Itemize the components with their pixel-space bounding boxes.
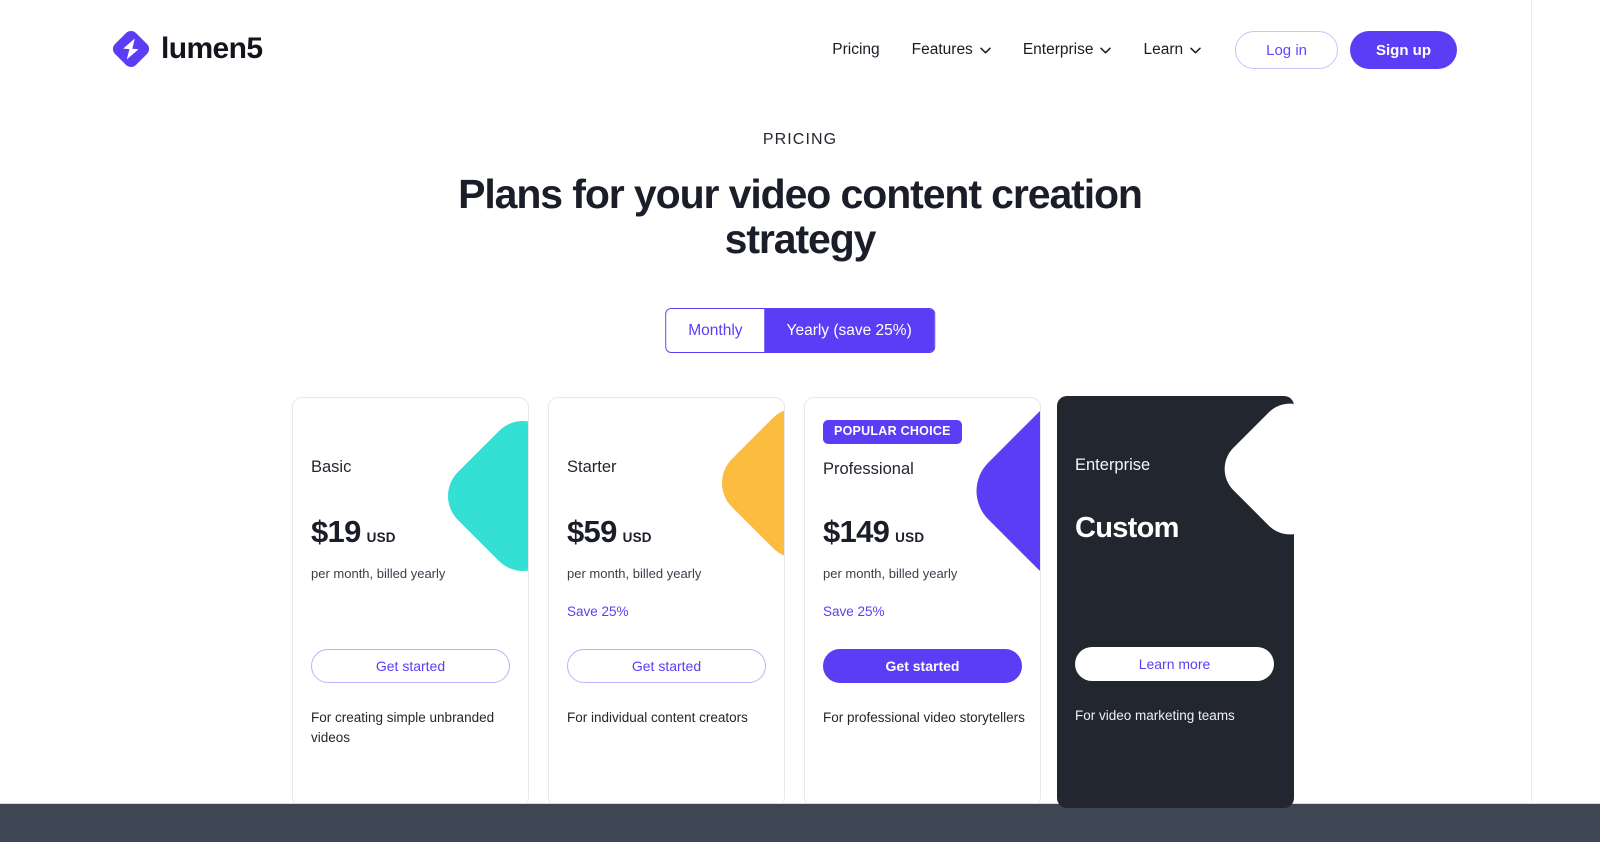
nav-label: Enterprise: [1022, 41, 1094, 58]
plan-savings: Save 25%: [567, 604, 629, 619]
plan-name: Basic: [311, 458, 352, 476]
plan-period: per month, billed yearly: [567, 566, 702, 581]
plan-blurb: For creating simple unbranded videos: [311, 710, 495, 745]
billing-period-toggle: Monthly Yearly (save 25%): [665, 308, 935, 353]
nav-label: Learn: [1143, 41, 1184, 58]
sign-up-button[interactable]: Sign up: [1350, 31, 1457, 69]
plan-name: Starter: [567, 458, 617, 476]
plan-price: $149: [823, 514, 890, 549]
plan-currency: USD: [895, 530, 925, 545]
plan-name: Professional: [823, 460, 914, 478]
nav-label: Pricing: [832, 41, 880, 58]
chevron-down-icon: [1190, 41, 1201, 59]
logo-text: lumen5: [161, 32, 263, 65]
pricing-card-starter[interactable]: Starter $59 USD per month, billed yearly…: [548, 397, 785, 807]
nav-item-enterprise[interactable]: Enterprise: [1007, 32, 1128, 68]
plan-blurb: For video marketing teams: [1075, 708, 1235, 723]
plan-period: per month, billed yearly: [823, 566, 958, 581]
nav-item-learn[interactable]: Learn: [1127, 32, 1217, 68]
plan-price: $19: [311, 514, 361, 549]
get-started-button[interactable]: Get started: [823, 649, 1022, 683]
plan-currency: USD: [622, 530, 652, 545]
pricing-card-enterprise[interactable]: Enterprise Custom Learn more For video m…: [1057, 396, 1294, 808]
learn-more-button[interactable]: Learn more: [1075, 647, 1274, 681]
toggle-option-monthly[interactable]: Monthly: [666, 309, 765, 352]
log-in-button[interactable]: Log in: [1235, 31, 1338, 69]
chevron-down-icon: [980, 41, 991, 59]
plan-name: Enterprise: [1075, 456, 1151, 474]
plan-price: Custom: [1075, 512, 1179, 544]
get-started-button[interactable]: Get started: [311, 649, 510, 683]
chevron-down-icon: [1100, 41, 1112, 59]
status-badge: POPULAR CHOICE: [823, 420, 962, 444]
plan-price-row: $149 USD: [823, 516, 924, 547]
section-eyebrow: PRICING: [762, 131, 838, 148]
plan-blurb: For professional video storytellers: [823, 710, 1025, 725]
pricing-card-basic[interactable]: Basic $19 USD per month, billed yearly G…: [292, 397, 529, 807]
plan-price-row: Custom: [1075, 514, 1179, 543]
logo[interactable]: lumen5: [110, 28, 263, 70]
plan-price: $59: [567, 514, 617, 549]
lumen5-logo-icon: [110, 28, 152, 70]
site-header: lumen5 Pricing Features Enterprise Learn: [0, 0, 1600, 100]
get-started-button[interactable]: Get started: [567, 649, 766, 683]
plan-price-row: $59 USD: [567, 516, 652, 547]
page-title: Plans for your video content creation st…: [458, 171, 1143, 262]
pricing-card-professional[interactable]: POPULAR CHOICE Professional $149 USD per…: [804, 397, 1041, 807]
nav-label: Features: [911, 41, 973, 58]
plan-savings: Save 25%: [823, 604, 885, 619]
nav-item-features[interactable]: Features: [896, 32, 1007, 68]
nav-item-pricing[interactable]: Pricing: [816, 32, 895, 68]
toggle-option-yearly[interactable]: Yearly (save 25%): [764, 309, 934, 352]
page-edge-divider: [1531, 0, 1532, 804]
plan-price-row: $19 USD: [311, 516, 396, 547]
plan-currency: USD: [366, 530, 396, 545]
pricing-page: lumen5 Pricing Features Enterprise Learn: [0, 0, 1600, 842]
main-nav: Pricing Features Enterprise Learn Log in…: [816, 31, 1457, 69]
bottom-bar: [0, 804, 1600, 842]
plan-blurb: For individual content creators: [567, 710, 748, 725]
plan-period: per month, billed yearly: [311, 566, 446, 581]
